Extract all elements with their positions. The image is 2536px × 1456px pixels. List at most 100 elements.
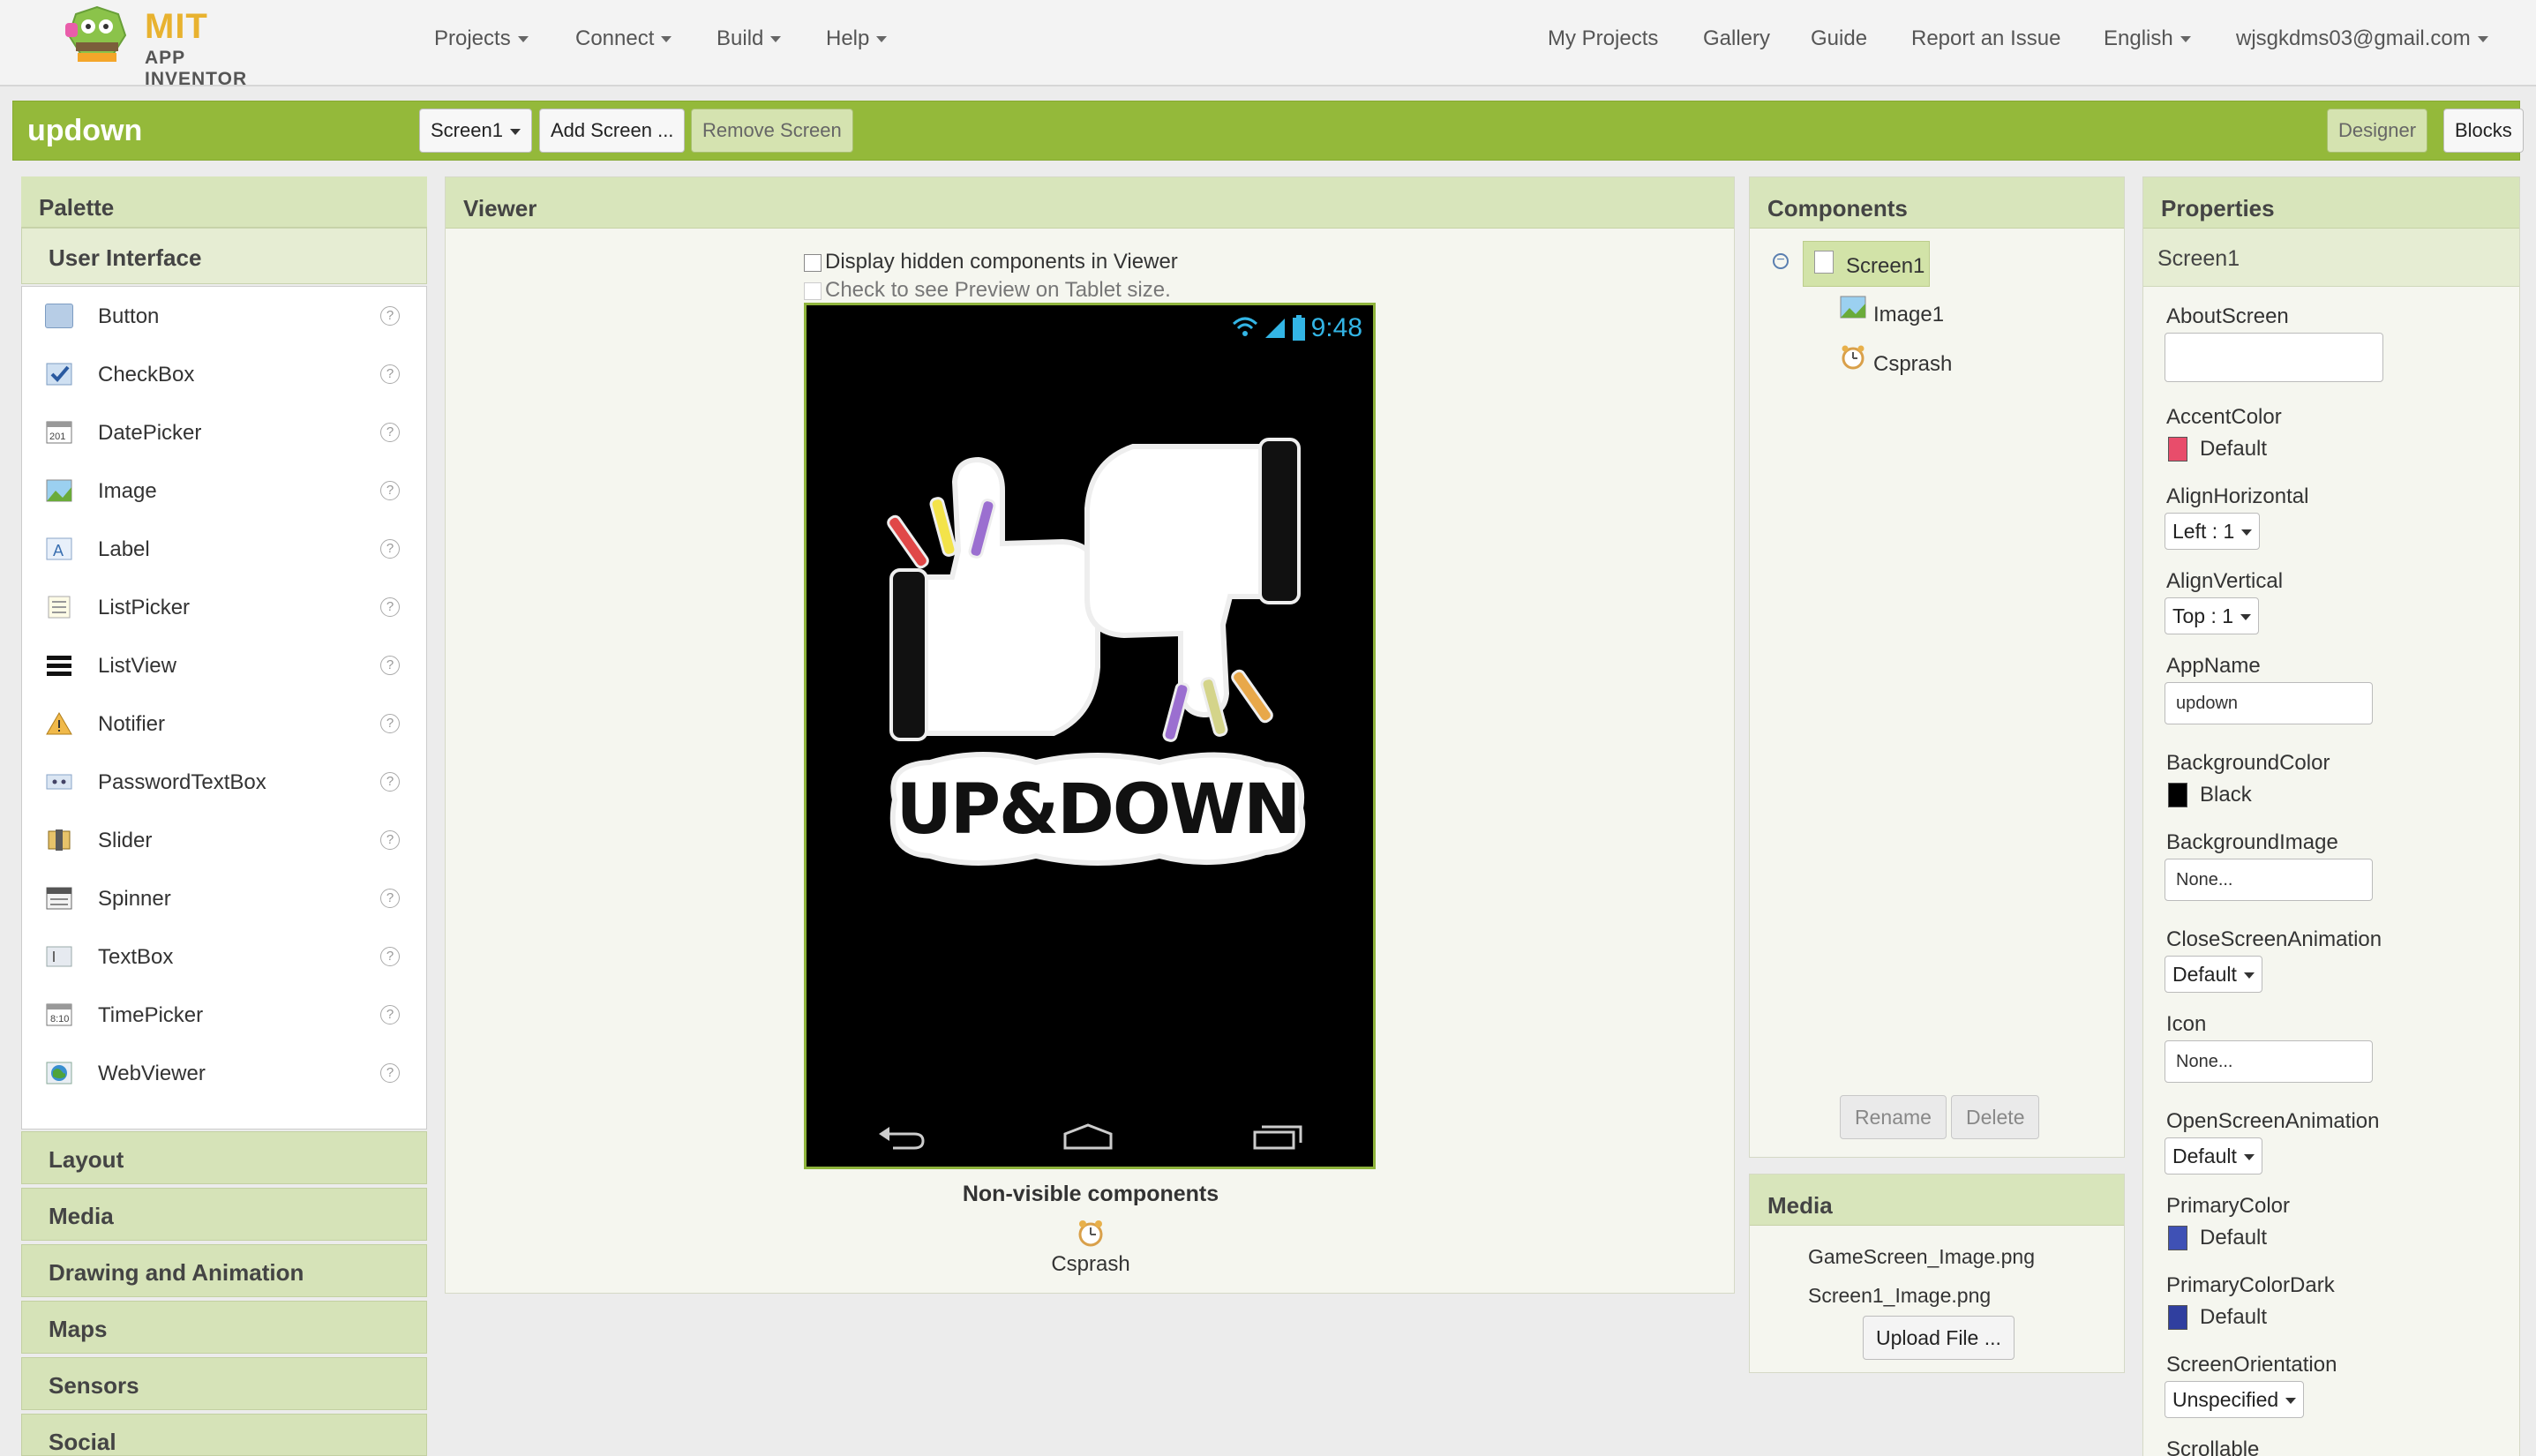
primarycolordark-value[interactable]: Default [2200,1305,2267,1330]
chevron-down-icon [661,36,672,43]
help-icon[interactable]: ? [380,889,400,908]
media-file-item[interactable]: GameScreen_Image.png [1808,1245,2035,1269]
help-icon[interactable]: ? [380,830,400,850]
link-gallery[interactable]: Gallery [1703,26,1770,51]
palette-item-label: WebViewer [98,1062,206,1085]
screen-select[interactable]: Screen1 [419,109,532,153]
help-icon[interactable]: ? [380,423,400,442]
media-file-item[interactable]: Screen1_Image.png [1808,1284,1991,1308]
primarycolordark-swatch[interactable] [2168,1305,2187,1330]
nonvisible-item-csprash[interactable]: Csprash [446,1252,1736,1277]
hidden-components-option[interactable]: Display hidden components in Viewer [804,250,1178,274]
menu-connect[interactable]: Connect [575,26,672,51]
icon-picker[interactable]: None... [2165,1040,2373,1083]
upload-file-button[interactable]: Upload File ... [1863,1316,2015,1360]
label-icon: A [46,537,72,560]
palette-item-slider[interactable]: Slider ? [22,811,428,869]
hidden-components-checkbox[interactable] [804,253,822,272]
palette-item-label: Notifier [98,712,166,736]
openscreenanimation-select[interactable]: Default [2165,1137,2262,1175]
menu-language[interactable]: English [2104,26,2191,51]
screenorientation-select[interactable]: Unspecified [2165,1381,2305,1418]
accentcolor-swatch[interactable] [2168,437,2187,462]
category-maps[interactable]: Maps [21,1301,427,1354]
designer-button[interactable]: Designer [2327,109,2428,153]
link-my-projects[interactable]: My Projects [1548,26,1658,51]
primarycolor-value[interactable]: Default [2200,1226,2267,1250]
palette-item-label[interactable]: A Label ? [22,520,428,578]
add-screen-button[interactable]: Add Screen ... [539,109,686,153]
slider-icon [48,829,71,851]
link-report-issue[interactable]: Report an Issue [1911,26,2060,51]
appname-input[interactable]: updown [2165,682,2373,724]
rename-button[interactable]: Rename [1840,1095,1947,1139]
help-icon[interactable]: ? [380,1005,400,1024]
help-icon[interactable]: ? [380,947,400,966]
category-layout[interactable]: Layout [21,1131,427,1184]
help-icon[interactable]: ? [380,1063,400,1083]
palette-item-checkbox[interactable]: CheckBox ? [22,345,428,403]
media-title: Media [1750,1175,2124,1226]
backgroundimage-picker[interactable]: None... [2165,859,2373,901]
palette-item-textbox[interactable]: TextBox ? [22,927,428,986]
help-icon[interactable]: ? [380,306,400,326]
category-drawing-animation[interactable]: Drawing and Animation [21,1244,427,1297]
palette-item-image[interactable]: Image ? [22,462,428,520]
alignvertical-select[interactable]: Top : 1 [2165,597,2260,634]
tablet-preview-option[interactable]: Check to see Preview on Tablet size. [804,278,1171,303]
button-icon [45,304,73,328]
palette-item-button[interactable]: Button ? [22,287,428,345]
help-icon[interactable]: ? [380,772,400,792]
tree-item-screen1[interactable]: Screen1 [1803,241,1930,287]
battery-icon [1292,315,1305,341]
backgroundcolor-value[interactable]: Black [2200,783,2252,807]
screen-select-label: Screen1 [431,119,503,141]
category-social[interactable]: Social [21,1414,427,1456]
help-icon[interactable]: ? [380,656,400,675]
menu-build[interactable]: Build [717,26,782,51]
phone-nav-bar [807,1105,1373,1167]
collapse-toggle-icon[interactable]: − [1773,253,1789,269]
status-bar: 9:48 [1232,312,1362,344]
palette-item-label: Label [98,537,150,561]
link-guide[interactable]: Guide [1811,26,1867,51]
blocks-button[interactable]: Blocks [2443,109,2524,153]
palette-item-notifier[interactable]: Notifier ? [22,694,428,753]
category-sensors[interactable]: Sensors [21,1357,427,1410]
prop-label-scrollable: Scrollable [2166,1437,2260,1456]
palette-item-listpicker[interactable]: ListPicker ? [22,578,428,636]
aboutscreen-textarea[interactable] [2165,333,2383,382]
help-icon[interactable]: ? [380,481,400,500]
menu-help[interactable]: Help [826,26,888,51]
notifier-icon [46,712,72,735]
palette-item-listview[interactable]: ListView ? [22,636,428,694]
palette-item-datepicker[interactable]: 201 DatePicker ? [22,403,428,462]
delete-button[interactable]: Delete [1951,1095,2040,1139]
primarycolor-swatch[interactable] [2168,1226,2187,1250]
alignhorizontal-select[interactable]: Left : 1 [2165,513,2261,550]
palette-item-webviewer[interactable]: WebViewer ? [22,1044,428,1102]
backgroundcolor-swatch[interactable] [2168,783,2187,807]
help-icon[interactable]: ? [380,714,400,733]
palette-item-spinner[interactable]: Spinner ? [22,869,428,927]
accentcolor-value[interactable]: Default [2200,437,2267,462]
help-icon[interactable]: ? [380,597,400,617]
palette-item-passwordtextbox[interactable]: PasswordTextBox ? [22,753,428,811]
category-user-interface[interactable]: User Interface [21,228,427,284]
help-icon[interactable]: ? [380,364,400,384]
remove-screen-button[interactable]: Remove Screen [691,109,853,153]
chevron-down-icon [770,36,782,43]
phone-preview-screen[interactable]: 9:48 UP&DOWN [804,303,1376,1169]
tablet-preview-checkbox[interactable] [804,281,822,300]
chevron-down-icon [2241,529,2253,537]
menu-projects[interactable]: Projects [434,26,529,51]
home-icon [1063,1123,1113,1150]
palette-item-label: Slider [98,829,153,852]
category-media[interactable]: Media [21,1188,427,1241]
help-icon[interactable]: ? [380,539,400,559]
menu-account[interactable]: wjsgkdms03@gmail.com [2236,26,2488,51]
palette-item-label: CheckBox [98,363,195,387]
palette-item-timepicker[interactable]: 8:10 TimePicker ? [22,986,428,1044]
app-inventor-logo[interactable]: MIT APP INVENTOR [58,5,288,89]
closescreenanimation-select[interactable]: Default [2165,956,2262,993]
